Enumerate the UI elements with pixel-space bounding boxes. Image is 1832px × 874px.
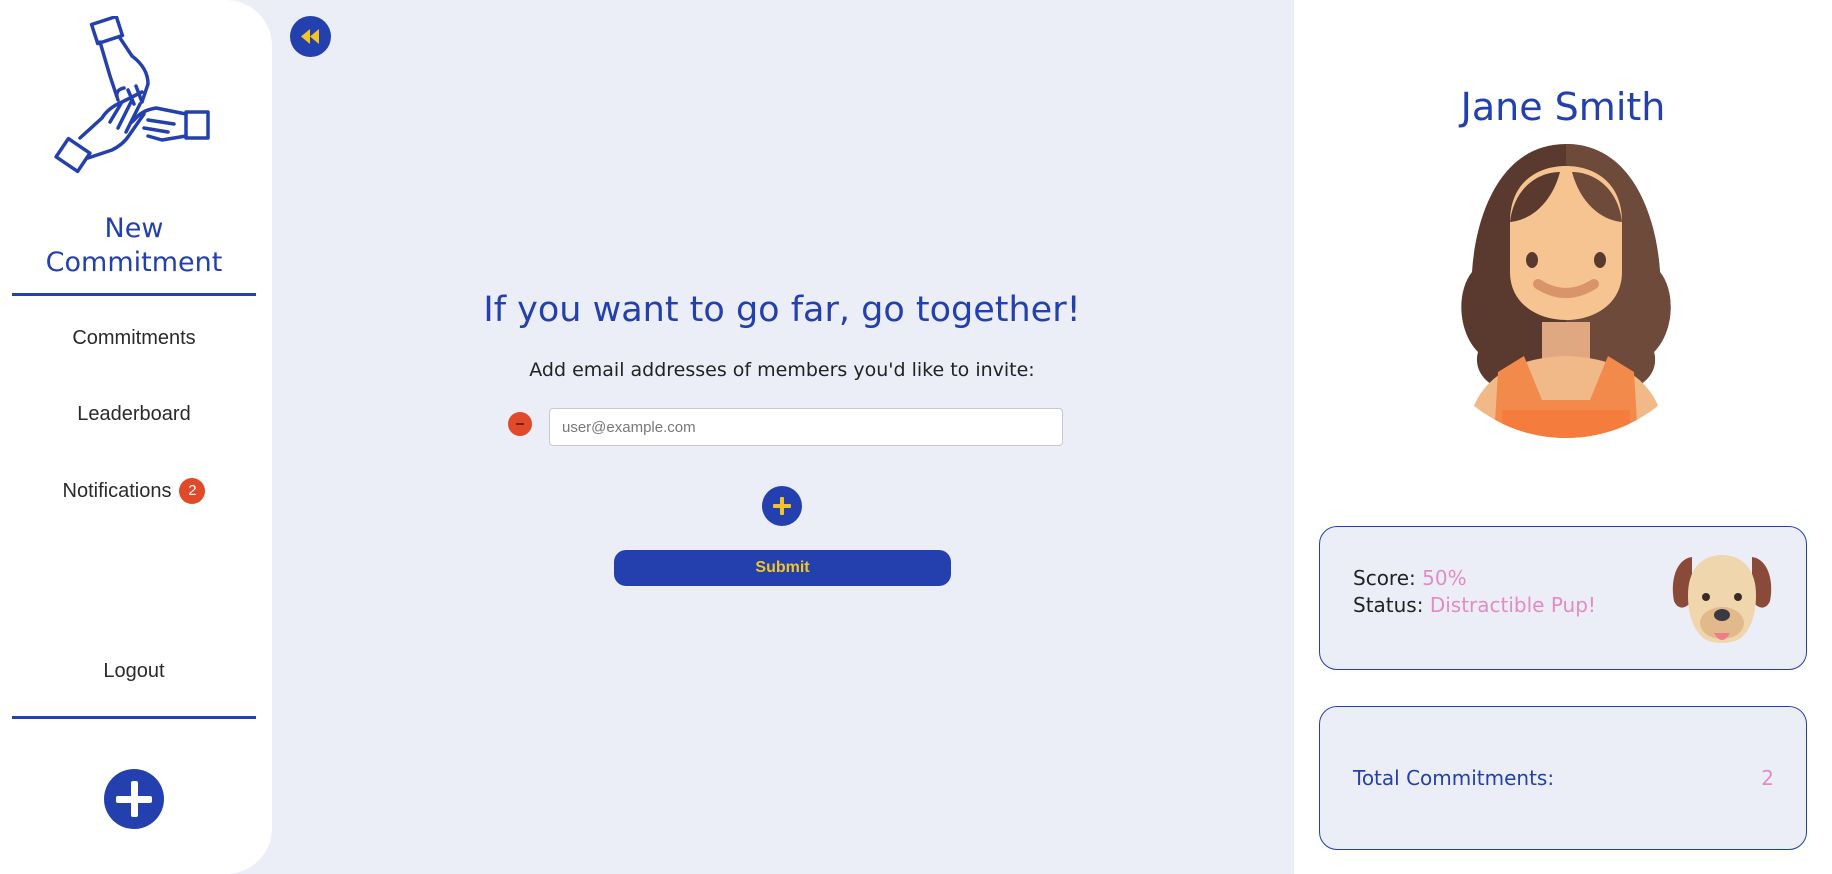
score-value: 50% [1422, 566, 1467, 590]
woman-avatar [1461, 144, 1671, 438]
sidebar-title-line2[interactable]: Commitment [0, 246, 268, 280]
divider [12, 716, 256, 719]
dog-icon [1672, 555, 1772, 643]
score-card: Score: 50% Status: Distractible Pup! [1319, 526, 1807, 670]
profile-panel: Jane Smith Score: 50% Status: Distractib… [1294, 0, 1832, 874]
total-commitments-value: 2 [1761, 766, 1774, 790]
sidebar-item-label: Leaderboard [77, 403, 191, 425]
sidebar-item-notifications[interactable]: Notifications 2 [0, 478, 268, 504]
plus-icon[interactable] [762, 486, 802, 526]
logout-label: Logout [103, 660, 165, 682]
total-commitments-card: Total Commitments: 2 [1319, 706, 1807, 850]
sidebar-item-leaderboard[interactable]: Leaderboard [0, 402, 268, 426]
back-button[interactable] [290, 16, 331, 57]
invite-instruction: Add email addresses of members you'd lik… [529, 359, 1035, 381]
submit-button[interactable]: Submit [614, 550, 951, 586]
sidebar-item-label: Notifications [62, 480, 172, 502]
sidebar-title[interactable]: New Commitment [0, 212, 268, 280]
status-label: Status: [1353, 593, 1424, 617]
page-headline: If you want to go far, go together! [483, 290, 1081, 330]
notification-count-badge: 2 [179, 478, 206, 504]
status-line: Status: Distractible Pup! [1353, 592, 1596, 618]
logout-link[interactable]: Logout [0, 659, 268, 683]
sidebar-title-line1[interactable]: New [0, 212, 268, 246]
score-line: Score: 50% [1353, 565, 1467, 591]
sidebar-item-label: Commitments [72, 327, 196, 349]
score-label: Score: [1353, 566, 1416, 590]
hands-together-icon [54, 16, 210, 174]
status-value: Distractible Pup! [1429, 593, 1596, 617]
divider [12, 293, 256, 296]
total-commitments-label: Total Commitments: [1353, 766, 1555, 790]
sidebar: New Commitment Commitments Leaderboard N… [0, 0, 272, 874]
email-field[interactable] [549, 408, 1063, 446]
rewind-icon [301, 29, 319, 44]
sidebar-item-commitments[interactable]: Commitments [0, 326, 268, 350]
profile-name: Jane Smith [1460, 85, 1666, 129]
plus-circle-icon[interactable] [104, 769, 164, 829]
minus-circle-icon[interactable] [508, 412, 532, 436]
